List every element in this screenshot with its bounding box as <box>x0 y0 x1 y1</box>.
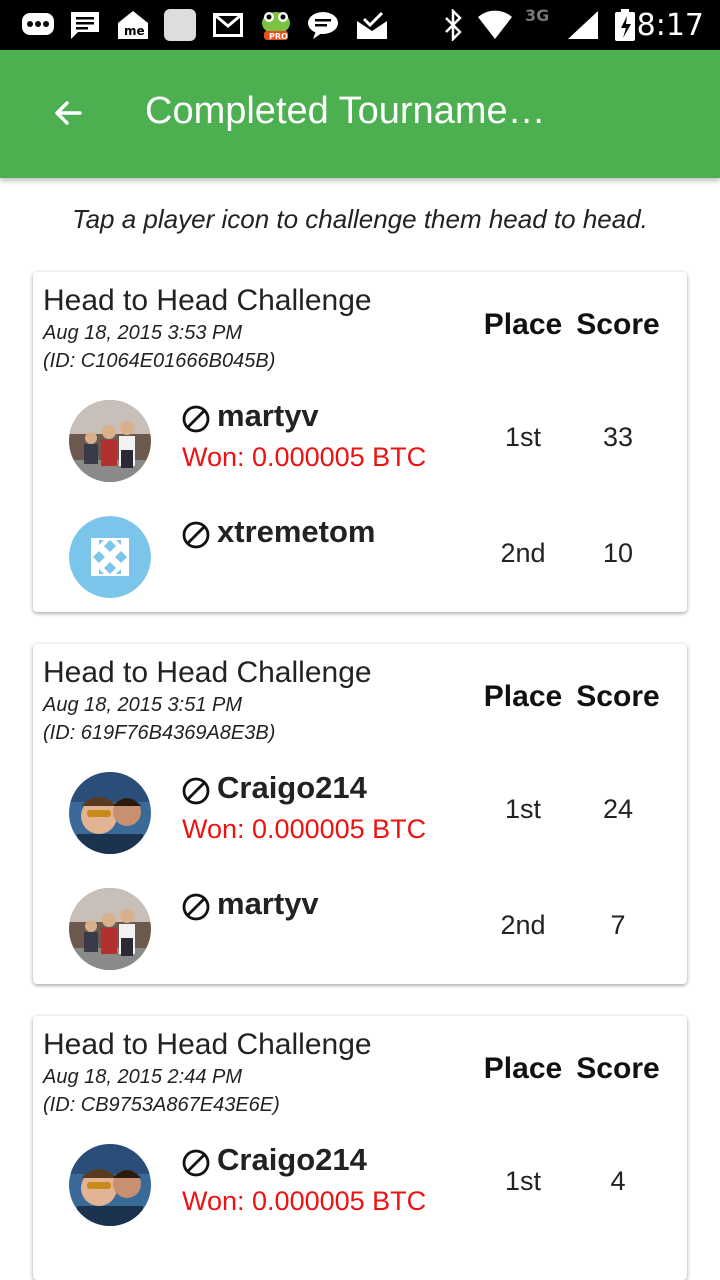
card-date: Aug 18, 2015 3:53 PM <box>43 322 243 344</box>
meme-icon: me <box>118 11 148 39</box>
score-header: Score <box>576 308 660 341</box>
won-amount: Won: 0.000005 BTC <box>182 442 427 472</box>
avatar[interactable] <box>69 516 151 598</box>
blank-app-icon <box>164 9 196 41</box>
card-id: (ID: CB9753A867E43E6E) <box>43 1094 280 1116</box>
player-name: Craigo214 <box>217 770 367 805</box>
tournament-card: Head to Head Challenge Aug 18, 2015 2:44… <box>33 1016 687 1280</box>
player-row: xtremetom 2nd 10 <box>33 508 687 608</box>
block-icon <box>182 405 210 433</box>
gmail-icon <box>213 13 243 37</box>
block-icon <box>182 1149 210 1177</box>
arrow-left-icon <box>55 101 82 125</box>
selfie-photo-avatar <box>69 772 151 854</box>
mail-check-icon <box>357 11 387 39</box>
place-header: Place <box>483 1052 563 1085</box>
message-icon <box>71 12 99 39</box>
player-place: 1st <box>504 794 542 824</box>
player-name: martyv <box>217 398 319 433</box>
chat-bubble-icon <box>308 12 338 39</box>
card-date: Aug 18, 2015 2:44 PM <box>43 1066 243 1088</box>
clock: 8:17 <box>636 8 704 43</box>
player-place: 1st <box>504 1166 542 1196</box>
signal-icon <box>568 11 598 39</box>
player-row: martyv 2nd 7 <box>33 880 687 980</box>
player-score: 33 <box>602 422 634 452</box>
selfie-photo-avatar <box>69 1144 151 1226</box>
avatar[interactable] <box>69 1144 151 1226</box>
card-id: (ID: C1064E01666B045B) <box>43 350 276 372</box>
avatar[interactable] <box>69 400 151 482</box>
player-score: 10 <box>602 538 634 568</box>
back-button[interactable] <box>38 80 98 146</box>
page-title: Completed Tourname… <box>145 90 546 132</box>
wifi-icon <box>478 10 512 39</box>
avatar[interactable] <box>69 772 151 854</box>
score-header: Score <box>576 680 660 713</box>
svg-text:PRO: PRO <box>269 32 288 41</box>
blue-pattern-avatar <box>69 516 151 598</box>
card-id: (ID: 619F76B4369A8E3B) <box>43 722 276 744</box>
block-icon <box>182 893 210 921</box>
player-score: 24 <box>602 794 634 824</box>
place-header: Place <box>483 680 563 713</box>
player-place: 2nd <box>500 538 546 568</box>
tournament-card: Head to Head Challenge Aug 18, 2015 3:53… <box>33 272 687 612</box>
card-title: Head to Head Challenge <box>43 656 372 689</box>
instruction-text: Tap a player icon to challenge them head… <box>72 204 648 234</box>
family-photo-avatar <box>69 888 151 970</box>
player-name: martyv <box>217 886 319 921</box>
player-row: martyv Won: 0.000005 BTC 1st 33 <box>33 392 687 492</box>
player-place: 2nd <box>500 910 546 940</box>
player-name: xtremetom <box>217 514 376 549</box>
network-type: 3G <box>525 6 550 25</box>
block-icon <box>182 521 210 549</box>
player-row: Craigo214 Won: 0.000005 BTC 1st 4 <box>33 1136 687 1236</box>
card-date: Aug 18, 2015 3:51 PM <box>43 694 243 716</box>
card-title: Head to Head Challenge <box>43 1028 372 1061</box>
block-icon <box>182 777 210 805</box>
app-bar: Completed Tourname… <box>0 50 720 178</box>
card-title: Head to Head Challenge <box>43 284 372 317</box>
tournament-card: Head to Head Challenge Aug 18, 2015 3:51… <box>33 644 687 984</box>
bluetooth-icon <box>445 9 462 41</box>
messenger-icon <box>22 13 54 35</box>
frog-pro-icon: PRO <box>262 12 290 41</box>
place-header: Place <box>483 308 563 341</box>
won-amount: Won: 0.000005 BTC <box>182 1186 427 1216</box>
player-score: 4 <box>610 1166 626 1196</box>
player-row: Craigo214 Won: 0.000005 BTC 1st 24 <box>33 764 687 864</box>
won-amount: Won: 0.000005 BTC <box>182 814 427 844</box>
status-bar: me PRO 3G 8:17 <box>0 0 720 50</box>
avatar[interactable] <box>69 888 151 970</box>
player-place: 1st <box>504 422 542 452</box>
svg-text:me: me <box>124 24 145 38</box>
score-header: Score <box>576 1052 660 1085</box>
player-name: Craigo214 <box>217 1142 367 1177</box>
battery-charging-icon <box>615 9 635 41</box>
player-score: 7 <box>610 910 626 940</box>
family-photo-avatar <box>69 400 151 482</box>
